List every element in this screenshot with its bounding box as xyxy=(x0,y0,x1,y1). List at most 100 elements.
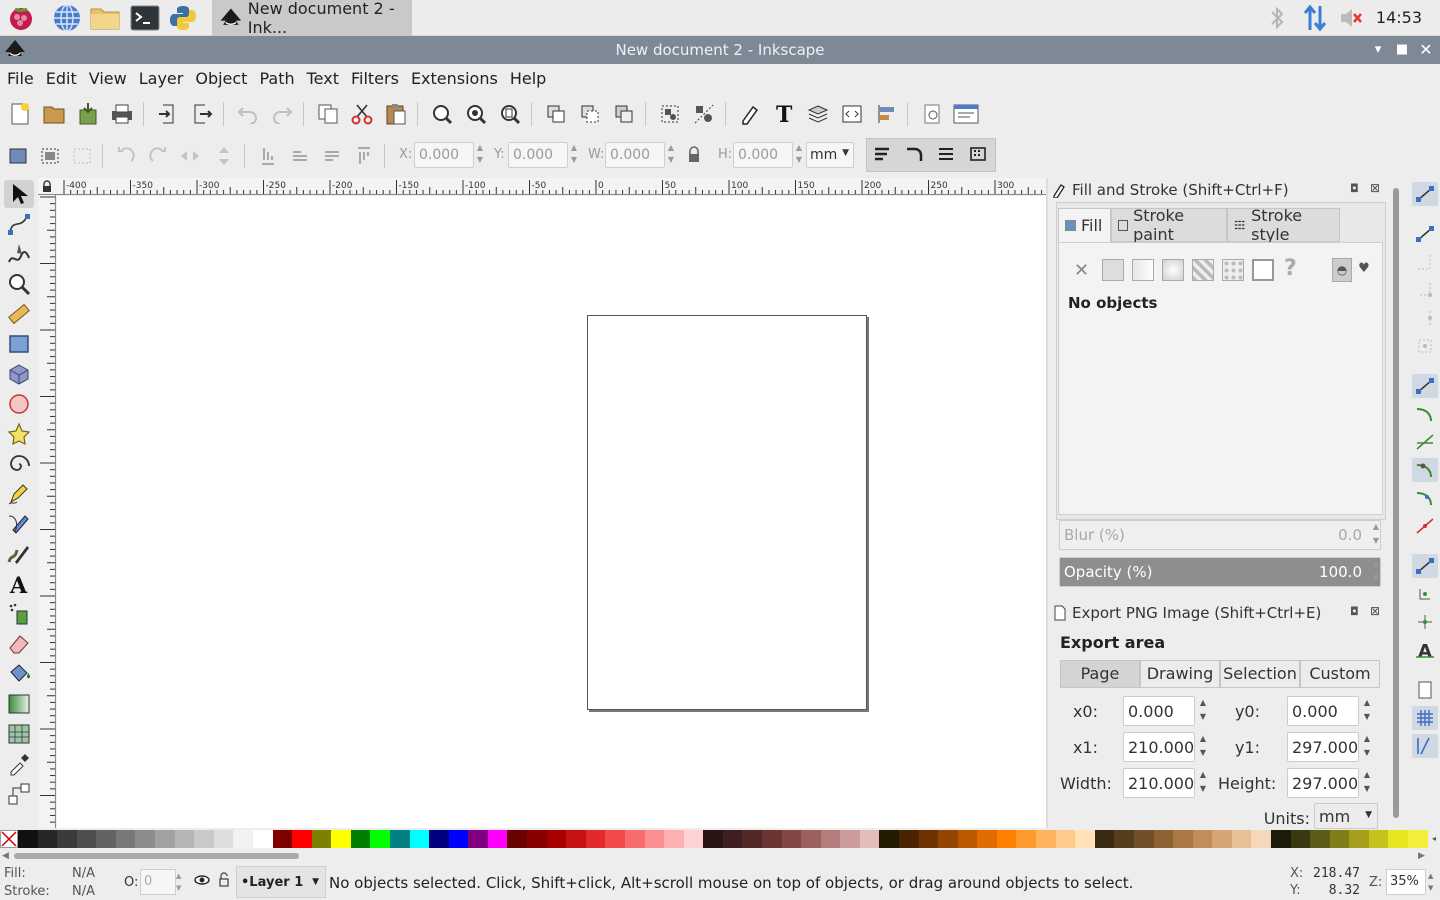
spray-tool-icon[interactable] xyxy=(4,600,34,628)
opacity-indicator-field[interactable]: 0 xyxy=(140,869,176,895)
raspberry-menu-icon[interactable] xyxy=(4,2,38,34)
python-icon[interactable] xyxy=(166,2,200,34)
color-swatch[interactable] xyxy=(742,830,762,848)
snap-bbox-midpoints-icon[interactable] xyxy=(1412,306,1438,330)
no-paint-icon[interactable]: ✕ xyxy=(1074,260,1089,281)
color-swatch[interactable] xyxy=(644,830,665,848)
color-swatch[interactable] xyxy=(703,830,723,848)
menu-filters[interactable]: Filters xyxy=(346,69,404,88)
color-swatch[interactable] xyxy=(820,830,841,848)
snap-bounding-box-icon[interactable] xyxy=(1412,222,1438,246)
flip-vertical-icon[interactable] xyxy=(210,142,238,170)
color-swatch[interactable] xyxy=(507,830,528,848)
move-gradients-icon[interactable] xyxy=(932,141,960,169)
radial-gradient-icon[interactable] xyxy=(1162,259,1184,281)
color-swatch[interactable] xyxy=(1349,830,1369,848)
color-swatch[interactable] xyxy=(977,830,997,848)
color-swatch[interactable] xyxy=(194,830,214,848)
zoom-drawing-icon[interactable] xyxy=(462,100,490,128)
clone-icon[interactable] xyxy=(576,100,604,128)
minimize-icon[interactable]: ▾ xyxy=(1368,36,1388,64)
canvas-horizontal-scrollbar[interactable]: ◀ ▶ xyxy=(0,848,1440,864)
width-field[interactable]: 210.000 xyxy=(1123,768,1195,798)
3d-box-tool-icon[interactable] xyxy=(4,360,34,388)
color-swatch[interactable] xyxy=(1114,830,1134,848)
measure-tool-icon[interactable] xyxy=(4,300,34,328)
x-field[interactable]: 0.000 xyxy=(414,142,474,168)
color-swatch[interactable] xyxy=(1153,830,1174,848)
redo-icon[interactable] xyxy=(268,100,296,128)
clock[interactable]: 14:53 xyxy=(1376,8,1422,27)
panel-iconify-icon[interactable]: ◘ xyxy=(1350,182,1359,195)
duplicate-icon[interactable] xyxy=(542,100,570,128)
color-swatch[interactable] xyxy=(1173,830,1193,848)
print-icon[interactable] xyxy=(108,100,136,128)
opacity-indicator-stepper[interactable]: ▲ ▼ xyxy=(176,870,186,894)
color-swatch[interactable] xyxy=(546,830,567,848)
color-swatch[interactable] xyxy=(1231,830,1252,848)
snap-others-icon[interactable] xyxy=(1412,554,1438,578)
dock-scrollbar-thumb[interactable] xyxy=(1393,188,1399,818)
color-swatch[interactable] xyxy=(1388,830,1409,848)
snap-nodes-icon[interactable] xyxy=(1412,374,1438,398)
raise-to-top-icon[interactable] xyxy=(350,142,378,170)
snap-line-midpoints-icon[interactable] xyxy=(1412,514,1438,538)
pen-tool-icon[interactable] xyxy=(4,510,34,538)
fill-rule-evenodd-icon[interactable]: ◓ xyxy=(1332,258,1352,282)
undo-icon[interactable] xyxy=(234,100,262,128)
color-swatch[interactable] xyxy=(722,830,743,848)
snap-grid-icon[interactable] xyxy=(1412,706,1438,730)
zoom-stepper[interactable]: ▲ ▼ xyxy=(1428,870,1438,894)
panel-iconify-icon[interactable]: ◘ xyxy=(1350,605,1359,618)
preferences-icon[interactable] xyxy=(952,100,980,128)
color-swatch[interactable] xyxy=(840,830,860,848)
document-properties-icon[interactable] xyxy=(918,100,946,128)
align-distribute-icon[interactable] xyxy=(872,100,900,128)
color-swatch[interactable] xyxy=(938,830,958,848)
panel-close-icon[interactable]: ⊠ xyxy=(1370,604,1380,618)
swatch-icon[interactable] xyxy=(1252,259,1274,281)
color-swatch[interactable] xyxy=(96,830,116,848)
color-swatch[interactable] xyxy=(1251,830,1271,848)
x0-stepper[interactable]: ▲ ▼ xyxy=(1196,696,1210,726)
stroke-indicator-value[interactable]: N/A xyxy=(72,884,95,899)
zoom-selection-icon[interactable] xyxy=(428,100,456,128)
menu-edit[interactable]: Edit xyxy=(41,69,82,88)
color-swatch[interactable] xyxy=(292,830,312,848)
export-icon[interactable] xyxy=(188,100,216,128)
color-swatch[interactable] xyxy=(155,830,175,848)
color-swatch[interactable] xyxy=(683,830,704,848)
color-swatch[interactable] xyxy=(429,830,449,848)
tweak-tool-icon[interactable] xyxy=(4,240,34,268)
color-swatch[interactable] xyxy=(272,830,293,848)
zoom-page-icon[interactable] xyxy=(496,100,524,128)
group-icon[interactable] xyxy=(656,100,684,128)
snap-path-intersections-icon[interactable] xyxy=(1412,430,1438,454)
color-swatch[interactable] xyxy=(1368,830,1389,848)
unlink-clone-icon[interactable] xyxy=(610,100,638,128)
snap-bbox-corners-icon[interactable] xyxy=(1412,278,1438,302)
text-font-dialog-icon[interactable]: T xyxy=(770,100,798,128)
color-swatch[interactable] xyxy=(57,830,77,848)
color-swatch[interactable] xyxy=(664,830,684,848)
snap-guides-icon[interactable] xyxy=(1412,734,1438,758)
color-swatch[interactable] xyxy=(781,830,802,848)
menu-help[interactable]: Help xyxy=(505,69,551,88)
scroll-right-icon[interactable]: ▶ xyxy=(1418,851,1425,861)
menu-file[interactable]: File xyxy=(2,69,39,88)
color-swatch[interactable] xyxy=(1055,830,1076,848)
close-window-icon[interactable]: ✕ xyxy=(1416,36,1436,64)
panel-close-icon[interactable]: ⊠ xyxy=(1370,181,1380,195)
color-swatch[interactable] xyxy=(409,830,430,848)
snap-page-border-icon[interactable] xyxy=(1412,678,1438,702)
w-stepper[interactable]: ▲ ▼ xyxy=(665,142,677,168)
blur-stepper[interactable]: ▲ ▼ xyxy=(1370,520,1382,550)
maximize-icon[interactable]: ■ xyxy=(1392,36,1412,64)
new-document-icon[interactable] xyxy=(6,100,34,128)
star-tool-icon[interactable] xyxy=(4,420,34,448)
linear-gradient-icon[interactable] xyxy=(1132,259,1154,281)
select-all-layers-icon[interactable] xyxy=(36,142,64,170)
move-patterns-icon[interactable] xyxy=(964,141,992,169)
color-swatch[interactable] xyxy=(468,830,488,848)
snap-rotation-centers-icon[interactable] xyxy=(1412,610,1438,634)
